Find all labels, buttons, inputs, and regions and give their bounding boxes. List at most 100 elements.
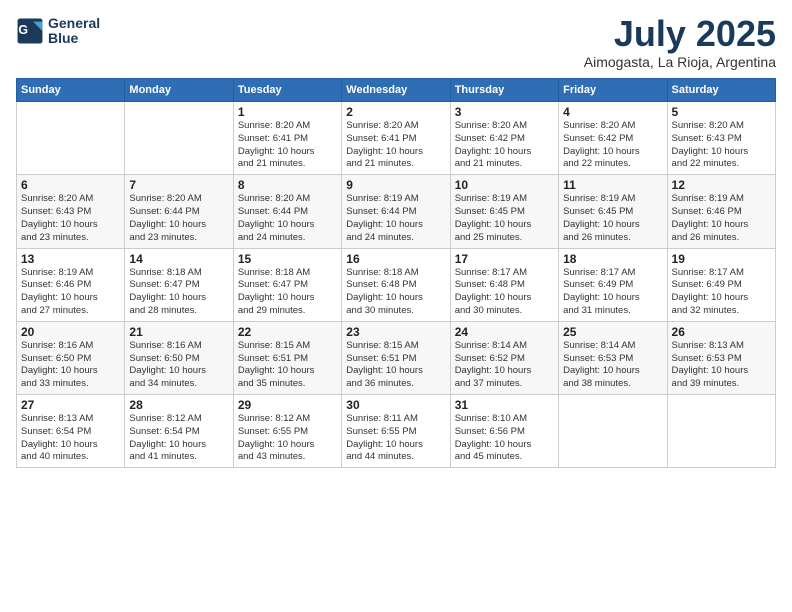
location: Aimogasta, La Rioja, Argentina xyxy=(584,54,776,70)
day-info: Sunrise: 8:19 AM Sunset: 6:44 PM Dayligh… xyxy=(346,193,445,244)
header-day: Wednesday xyxy=(342,79,450,102)
calendar-week-row: 13Sunrise: 8:19 AM Sunset: 6:46 PM Dayli… xyxy=(17,248,776,321)
day-info: Sunrise: 8:10 AM Sunset: 6:56 PM Dayligh… xyxy=(455,413,554,464)
day-number: 16 xyxy=(346,252,445,266)
calendar-cell: 8Sunrise: 8:20 AM Sunset: 6:44 PM Daylig… xyxy=(233,175,341,248)
day-info: Sunrise: 8:19 AM Sunset: 6:45 PM Dayligh… xyxy=(455,193,554,244)
day-info: Sunrise: 8:14 AM Sunset: 6:52 PM Dayligh… xyxy=(455,340,554,391)
day-number: 2 xyxy=(346,105,445,119)
calendar-cell: 3Sunrise: 8:20 AM Sunset: 6:42 PM Daylig… xyxy=(450,102,558,175)
day-info: Sunrise: 8:16 AM Sunset: 6:50 PM Dayligh… xyxy=(21,340,120,391)
svg-text:G: G xyxy=(18,24,28,38)
day-number: 20 xyxy=(21,325,120,339)
calendar-cell: 5Sunrise: 8:20 AM Sunset: 6:43 PM Daylig… xyxy=(667,102,775,175)
day-number: 1 xyxy=(238,105,337,119)
calendar-cell: 2Sunrise: 8:20 AM Sunset: 6:41 PM Daylig… xyxy=(342,102,450,175)
calendar-cell: 31Sunrise: 8:10 AM Sunset: 6:56 PM Dayli… xyxy=(450,395,558,468)
day-info: Sunrise: 8:20 AM Sunset: 6:44 PM Dayligh… xyxy=(129,193,228,244)
calendar-cell: 10Sunrise: 8:19 AM Sunset: 6:45 PM Dayli… xyxy=(450,175,558,248)
header-row: SundayMondayTuesdayWednesdayThursdayFrid… xyxy=(17,79,776,102)
calendar-body: 1Sunrise: 8:20 AM Sunset: 6:41 PM Daylig… xyxy=(17,102,776,468)
day-number: 17 xyxy=(455,252,554,266)
day-info: Sunrise: 8:20 AM Sunset: 6:41 PM Dayligh… xyxy=(238,120,337,171)
day-number: 28 xyxy=(129,398,228,412)
day-info: Sunrise: 8:20 AM Sunset: 6:43 PM Dayligh… xyxy=(21,193,120,244)
header-day: Sunday xyxy=(17,79,125,102)
calendar-cell: 17Sunrise: 8:17 AM Sunset: 6:48 PM Dayli… xyxy=(450,248,558,321)
calendar-cell: 30Sunrise: 8:11 AM Sunset: 6:55 PM Dayli… xyxy=(342,395,450,468)
calendar-cell: 18Sunrise: 8:17 AM Sunset: 6:49 PM Dayli… xyxy=(559,248,667,321)
day-number: 10 xyxy=(455,178,554,192)
day-number: 27 xyxy=(21,398,120,412)
day-number: 24 xyxy=(455,325,554,339)
calendar-cell: 22Sunrise: 8:15 AM Sunset: 6:51 PM Dayli… xyxy=(233,321,341,394)
day-info: Sunrise: 8:19 AM Sunset: 6:46 PM Dayligh… xyxy=(21,267,120,318)
day-number: 25 xyxy=(563,325,662,339)
header-day: Thursday xyxy=(450,79,558,102)
calendar-cell xyxy=(667,395,775,468)
day-info: Sunrise: 8:15 AM Sunset: 6:51 PM Dayligh… xyxy=(346,340,445,391)
day-info: Sunrise: 8:20 AM Sunset: 6:43 PM Dayligh… xyxy=(672,120,771,171)
logo-line2: Blue xyxy=(48,31,100,46)
calendar-cell: 11Sunrise: 8:19 AM Sunset: 6:45 PM Dayli… xyxy=(559,175,667,248)
day-number: 11 xyxy=(563,178,662,192)
day-info: Sunrise: 8:14 AM Sunset: 6:53 PM Dayligh… xyxy=(563,340,662,391)
month-title: July 2025 xyxy=(584,16,776,52)
header-day: Monday xyxy=(125,79,233,102)
calendar-week-row: 1Sunrise: 8:20 AM Sunset: 6:41 PM Daylig… xyxy=(17,102,776,175)
page-header: G General Blue July 2025 Aimogasta, La R… xyxy=(16,16,776,70)
calendar-cell: 16Sunrise: 8:18 AM Sunset: 6:48 PM Dayli… xyxy=(342,248,450,321)
day-info: Sunrise: 8:20 AM Sunset: 6:42 PM Dayligh… xyxy=(563,120,662,171)
day-info: Sunrise: 8:12 AM Sunset: 6:55 PM Dayligh… xyxy=(238,413,337,464)
day-info: Sunrise: 8:13 AM Sunset: 6:53 PM Dayligh… xyxy=(672,340,771,391)
calendar-cell: 12Sunrise: 8:19 AM Sunset: 6:46 PM Dayli… xyxy=(667,175,775,248)
logo-icon: G xyxy=(16,17,44,45)
day-info: Sunrise: 8:17 AM Sunset: 6:48 PM Dayligh… xyxy=(455,267,554,318)
day-info: Sunrise: 8:20 AM Sunset: 6:41 PM Dayligh… xyxy=(346,120,445,171)
day-info: Sunrise: 8:19 AM Sunset: 6:45 PM Dayligh… xyxy=(563,193,662,244)
title-block: July 2025 Aimogasta, La Rioja, Argentina xyxy=(584,16,776,70)
day-number: 21 xyxy=(129,325,228,339)
calendar-cell: 28Sunrise: 8:12 AM Sunset: 6:54 PM Dayli… xyxy=(125,395,233,468)
calendar-cell: 26Sunrise: 8:13 AM Sunset: 6:53 PM Dayli… xyxy=(667,321,775,394)
day-number: 7 xyxy=(129,178,228,192)
day-info: Sunrise: 8:13 AM Sunset: 6:54 PM Dayligh… xyxy=(21,413,120,464)
day-info: Sunrise: 8:17 AM Sunset: 6:49 PM Dayligh… xyxy=(563,267,662,318)
day-number: 22 xyxy=(238,325,337,339)
calendar-table: SundayMondayTuesdayWednesdayThursdayFrid… xyxy=(16,78,776,468)
day-info: Sunrise: 8:17 AM Sunset: 6:49 PM Dayligh… xyxy=(672,267,771,318)
header-day: Tuesday xyxy=(233,79,341,102)
calendar-cell: 29Sunrise: 8:12 AM Sunset: 6:55 PM Dayli… xyxy=(233,395,341,468)
calendar-cell: 6Sunrise: 8:20 AM Sunset: 6:43 PM Daylig… xyxy=(17,175,125,248)
calendar-header: SundayMondayTuesdayWednesdayThursdayFrid… xyxy=(17,79,776,102)
day-number: 13 xyxy=(21,252,120,266)
day-number: 30 xyxy=(346,398,445,412)
calendar-cell: 4Sunrise: 8:20 AM Sunset: 6:42 PM Daylig… xyxy=(559,102,667,175)
day-info: Sunrise: 8:19 AM Sunset: 6:46 PM Dayligh… xyxy=(672,193,771,244)
logo: G General Blue xyxy=(16,16,100,47)
day-info: Sunrise: 8:18 AM Sunset: 6:47 PM Dayligh… xyxy=(129,267,228,318)
calendar-cell: 24Sunrise: 8:14 AM Sunset: 6:52 PM Dayli… xyxy=(450,321,558,394)
day-number: 4 xyxy=(563,105,662,119)
logo-line1: General xyxy=(48,16,100,31)
day-number: 23 xyxy=(346,325,445,339)
calendar-cell xyxy=(125,102,233,175)
day-info: Sunrise: 8:15 AM Sunset: 6:51 PM Dayligh… xyxy=(238,340,337,391)
header-day: Saturday xyxy=(667,79,775,102)
day-number: 15 xyxy=(238,252,337,266)
day-number: 18 xyxy=(563,252,662,266)
day-number: 3 xyxy=(455,105,554,119)
day-number: 31 xyxy=(455,398,554,412)
calendar-cell: 20Sunrise: 8:16 AM Sunset: 6:50 PM Dayli… xyxy=(17,321,125,394)
day-info: Sunrise: 8:20 AM Sunset: 6:42 PM Dayligh… xyxy=(455,120,554,171)
day-info: Sunrise: 8:16 AM Sunset: 6:50 PM Dayligh… xyxy=(129,340,228,391)
day-info: Sunrise: 8:20 AM Sunset: 6:44 PM Dayligh… xyxy=(238,193,337,244)
day-number: 14 xyxy=(129,252,228,266)
calendar-cell: 21Sunrise: 8:16 AM Sunset: 6:50 PM Dayli… xyxy=(125,321,233,394)
day-info: Sunrise: 8:11 AM Sunset: 6:55 PM Dayligh… xyxy=(346,413,445,464)
logo-text: General Blue xyxy=(48,16,100,47)
calendar-cell: 23Sunrise: 8:15 AM Sunset: 6:51 PM Dayli… xyxy=(342,321,450,394)
calendar-week-row: 20Sunrise: 8:16 AM Sunset: 6:50 PM Dayli… xyxy=(17,321,776,394)
calendar-cell: 1Sunrise: 8:20 AM Sunset: 6:41 PM Daylig… xyxy=(233,102,341,175)
calendar-cell: 7Sunrise: 8:20 AM Sunset: 6:44 PM Daylig… xyxy=(125,175,233,248)
